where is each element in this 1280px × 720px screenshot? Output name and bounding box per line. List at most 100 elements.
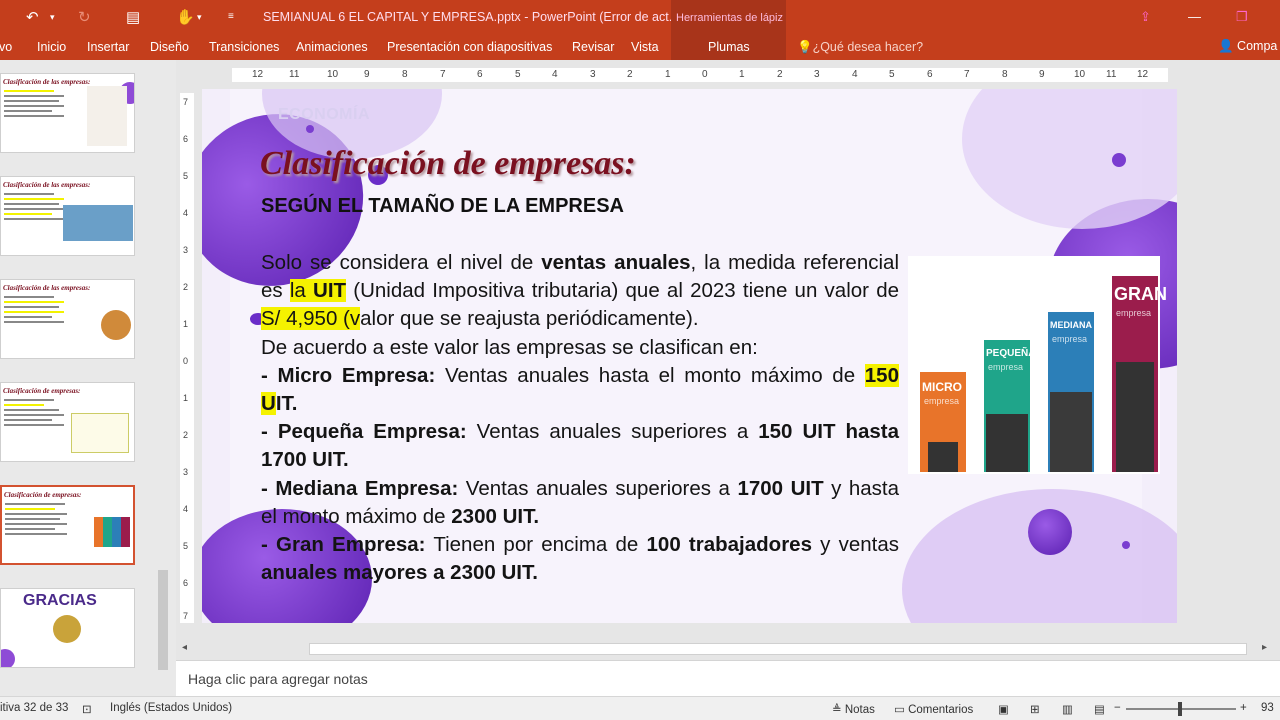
horizontal-scrollbar[interactable]: ◂ ▸ xyxy=(176,640,1280,658)
tab-file[interactable]: vo xyxy=(0,40,12,54)
title-bar: ↶ ▾ ↻ ▤ ✋ ▾ ≡ SEMIANUAL 6 EL CAPITAL Y E… xyxy=(0,0,1280,34)
tab-revisar[interactable]: Revisar xyxy=(572,40,614,54)
ruler-number: 12 xyxy=(1137,69,1149,80)
reading-view-icon[interactable]: ▥ xyxy=(1062,702,1073,716)
tab-plumas[interactable]: Plumas xyxy=(708,40,750,54)
ruler-number: 12 xyxy=(252,69,264,80)
maximize-icon[interactable]: ❐ xyxy=(1236,9,1248,25)
notes-pane[interactable]: Haga clic para agregar notas xyxy=(176,660,1280,696)
paragraph-uit: Solo se considera el nivel de ventas anu… xyxy=(261,251,899,331)
slide-thumbnail[interactable]: Clasificación de las empresas: xyxy=(0,176,135,256)
scroll-right-icon[interactable]: ▸ xyxy=(1262,642,1267,653)
slide-thumbnail[interactable]: Clasificación de las empresas: xyxy=(0,73,135,153)
logos-picture xyxy=(87,86,127,146)
slide-canvas[interactable]: ECONOMÍA Clasificación de empresas: SEGÚ… xyxy=(202,89,1177,623)
thumbnail-title: Clasificación de empresas: xyxy=(3,387,81,395)
ruler-number: 3 xyxy=(183,467,189,477)
touch-dropdown-icon[interactable]: ▾ xyxy=(197,12,202,23)
slide-thumbnail[interactable]: GRACIAS xyxy=(0,588,135,668)
ruler-number: 11 xyxy=(1106,69,1117,80)
present-icon[interactable]: ▤ xyxy=(126,8,140,26)
share-button[interactable]: 👤 Compa xyxy=(1218,39,1277,54)
scroll-left-icon[interactable]: ◂ xyxy=(182,642,187,653)
ruler-number: 6 xyxy=(927,69,933,80)
ruler-number: 2 xyxy=(183,282,189,292)
tab-diseno[interactable]: Diseño xyxy=(150,40,189,54)
ruler-number: 0 xyxy=(183,356,189,366)
language-indicator[interactable]: Inglés (Estados Unidos) xyxy=(110,702,232,714)
decor-dot xyxy=(1122,541,1130,549)
person-icon: 👤 xyxy=(1218,39,1238,53)
status-bar: itiva 32 de 33 ⊡ Inglés (Estados Unidos)… xyxy=(0,696,1280,720)
tell-me-search[interactable]: 💡¿Qué desea hacer? xyxy=(797,40,923,55)
slideshow-view-icon[interactable]: ▤ xyxy=(1094,702,1105,716)
ruler-number: 1 xyxy=(183,393,189,403)
thumbnail-title: Clasificación de las empresas: xyxy=(3,181,91,189)
item-mediana: - Mediana Empresa: Ventas anuales superi… xyxy=(261,476,900,528)
redo-icon[interactable]: ↻ xyxy=(78,8,91,26)
zoom-in-icon[interactable]: + xyxy=(1240,702,1247,714)
building-label: MEDIANA xyxy=(1050,320,1092,330)
customize-icon[interactable]: ≡ xyxy=(228,11,234,22)
item-pequena: - Pequeña Empresa: Ventas anuales superi… xyxy=(261,420,900,472)
ruler-number: 7 xyxy=(440,69,446,80)
building-label: GRAN xyxy=(1114,284,1167,304)
notes-placeholder[interactable]: Haga clic para agregar notas xyxy=(188,671,368,687)
slide-thumbnail[interactable]: Clasificación de las empresas: xyxy=(0,279,135,359)
paragraph-intro: De acuerdo a este valor las empresas se … xyxy=(261,335,758,359)
undo-icon[interactable]: ↶ xyxy=(26,8,39,26)
thumbnail-title: Clasificación de empresas: xyxy=(4,491,82,499)
slide-sorter-icon[interactable]: ⊞ xyxy=(1030,702,1040,716)
notes-label: Notas xyxy=(844,704,875,716)
ruler-number: 7 xyxy=(964,69,970,80)
ruler-number: 11 xyxy=(289,69,300,80)
normal-view-icon[interactable]: ▣ xyxy=(998,702,1009,716)
tab-transiciones[interactable]: Transiciones xyxy=(209,40,279,54)
notes-icon: ≜ xyxy=(832,704,845,716)
undo-dropdown-icon[interactable]: ▾ xyxy=(50,12,55,23)
share-label: Compa xyxy=(1237,39,1278,53)
building-sublabel: empresa xyxy=(924,396,960,406)
zoom-level[interactable]: 93 xyxy=(1261,702,1274,714)
building-mediana: MEDIANA empresa xyxy=(1048,312,1094,472)
tab-insertar[interactable]: Insertar xyxy=(87,40,129,54)
comment-icon: ▭ xyxy=(894,704,909,716)
ruler-number: 2 xyxy=(777,69,783,80)
horizontal-ruler: 12 11 10 9 8 7 6 5 4 3 2 1 0 1 2 3 4 5 6… xyxy=(232,68,1168,82)
slide-thumbnail-selected[interactable]: Clasificación de empresas: xyxy=(0,485,135,565)
thumbnail-pane: Clasificación de las empresas: Clasifica… xyxy=(0,60,176,696)
tab-presentacion[interactable]: Presentación con diapositivas xyxy=(387,40,552,54)
zoom-slider-thumb[interactable] xyxy=(1178,702,1182,716)
ruler-number: 10 xyxy=(327,69,339,80)
ruler-number: 6 xyxy=(477,69,483,80)
ruler-number: 4 xyxy=(552,69,558,80)
zoom-out-icon[interactable]: − xyxy=(1114,702,1121,714)
touch-mode-icon[interactable]: ✋ xyxy=(176,8,195,26)
scroll-track[interactable] xyxy=(309,643,1247,655)
thumbnail-scroll-thumb[interactable] xyxy=(158,570,168,670)
tab-vista[interactable]: Vista xyxy=(631,40,659,54)
tab-animaciones[interactable]: Animaciones xyxy=(296,40,368,54)
slide-thumbnail[interactable]: Clasificación de empresas: xyxy=(0,382,135,462)
note-picture xyxy=(71,413,129,453)
contextual-group-label: Herramientas de lápiz xyxy=(676,12,783,24)
ribbon-display-icon[interactable]: ⇪ xyxy=(1140,9,1151,25)
notes-button[interactable]: ≜ Notas xyxy=(832,702,875,716)
slide-body-text[interactable]: Solo se considera el nivel de ventas anu… xyxy=(261,249,899,587)
ruler-number: 9 xyxy=(1039,69,1045,80)
comments-button[interactable]: ▭ Comentarios xyxy=(894,702,973,716)
slide-title[interactable]: Clasificación de empresas: xyxy=(260,145,636,183)
building-picture xyxy=(63,205,133,241)
minimize-icon[interactable]: — xyxy=(1188,9,1201,24)
ruler-number: 3 xyxy=(814,69,820,80)
company-size-picture[interactable]: MICRO empresa PEQUEÑA empresa MEDIANA em… xyxy=(908,256,1167,474)
ruler-number: 1 xyxy=(739,69,745,80)
building-shape xyxy=(1050,392,1092,472)
tab-inicio[interactable]: Inicio xyxy=(37,40,66,54)
thumbnail-gracias: GRACIAS xyxy=(23,592,97,609)
slide-subtitle[interactable]: SEGÚN EL TAMAÑO DE LA EMPRESA xyxy=(261,195,624,218)
decor-dot xyxy=(1112,153,1126,167)
ruler-number: 8 xyxy=(402,69,408,80)
thumbnail-scrollbar[interactable] xyxy=(156,70,170,690)
spellcheck-icon[interactable]: ⊡ xyxy=(82,702,92,716)
